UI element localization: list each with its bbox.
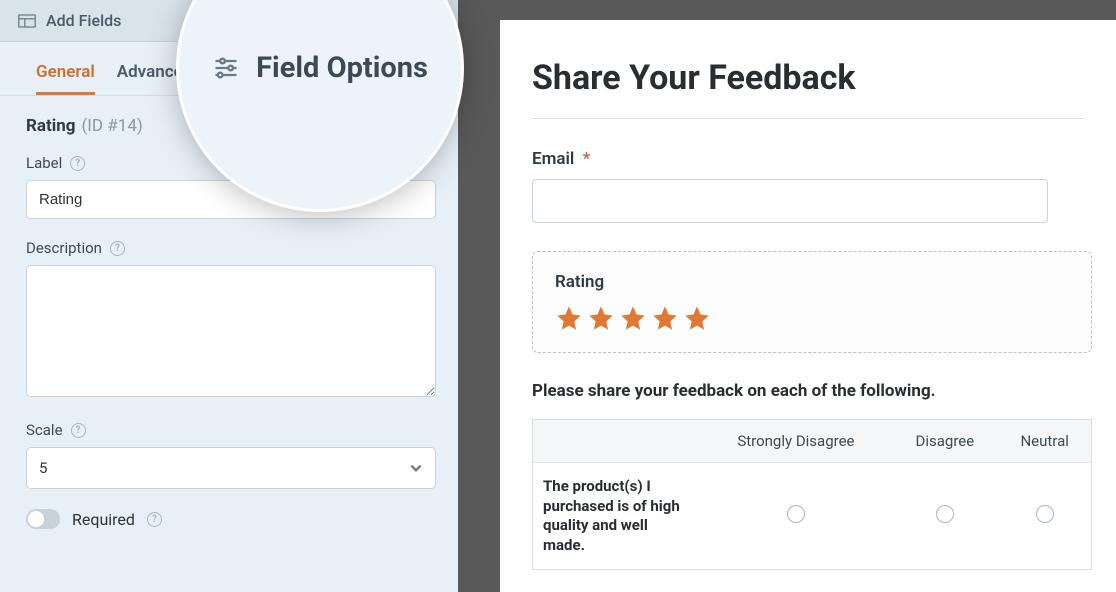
label-title: Label (26, 154, 62, 172)
help-icon[interactable]: ? (147, 512, 162, 527)
editor-gutter (458, 0, 500, 592)
likert-radio[interactable] (1036, 505, 1054, 523)
scale-value: 5 (39, 459, 47, 477)
sliders-icon (212, 54, 240, 82)
likert-header: Strongly Disagree (701, 420, 892, 463)
email-input[interactable] (532, 179, 1048, 223)
star-rating[interactable] (555, 304, 1069, 332)
field-options-callout-label: Field Options (256, 51, 428, 85)
rating-label: Rating (555, 272, 1069, 292)
required-toggle[interactable] (26, 509, 60, 529)
form-layout-icon (18, 14, 36, 28)
preview-field-rating[interactable]: Rating (532, 251, 1092, 353)
required-title: Required (72, 510, 135, 529)
likert-prompt: Please share your feedback on each of th… (532, 381, 1084, 401)
likert-table: Strongly Disagree Disagree Neutral The p… (532, 419, 1092, 570)
star-icon[interactable] (555, 304, 583, 332)
description-title: Description (26, 239, 102, 257)
description-input[interactable] (26, 265, 436, 397)
editor-top-frame (500, 0, 1116, 20)
star-icon[interactable] (683, 304, 711, 332)
preview-field-email[interactable]: Email * (532, 149, 1084, 223)
likert-radio[interactable] (787, 505, 805, 523)
help-icon[interactable]: ? (70, 156, 85, 171)
required-star-icon: * (583, 149, 591, 169)
form-title: Share Your Feedback (532, 58, 1084, 98)
scale-title: Scale (26, 421, 63, 439)
group-required: Required ? (26, 509, 432, 529)
likert-radio[interactable] (936, 505, 954, 523)
star-icon[interactable] (619, 304, 647, 332)
group-scale: Scale ? 5 (26, 421, 432, 489)
scale-select[interactable]: 5 (26, 447, 436, 489)
likert-row-label: The product(s) I purchased is of high qu… (533, 463, 701, 570)
add-fields-label: Add Fields (46, 11, 121, 30)
likert-header: Neutral (998, 420, 1091, 463)
help-icon[interactable]: ? (71, 423, 86, 438)
tab-general[interactable]: General (36, 62, 95, 95)
form-preview: Share Your Feedback Email * Rating Pleas… (500, 20, 1116, 592)
field-type-name: Rating (26, 116, 75, 136)
table-row: The product(s) I purchased is of high qu… (533, 463, 1092, 570)
likert-header: Disagree (891, 420, 998, 463)
title-divider (532, 118, 1084, 119)
likert-header-blank (533, 420, 701, 463)
field-id-meta: (ID #14) (81, 116, 142, 136)
help-icon[interactable]: ? (110, 241, 125, 256)
email-label: Email (532, 149, 574, 169)
chevron-down-icon (409, 461, 423, 475)
group-description: Description ? (26, 239, 432, 401)
star-icon[interactable] (587, 304, 615, 332)
star-icon[interactable] (651, 304, 679, 332)
